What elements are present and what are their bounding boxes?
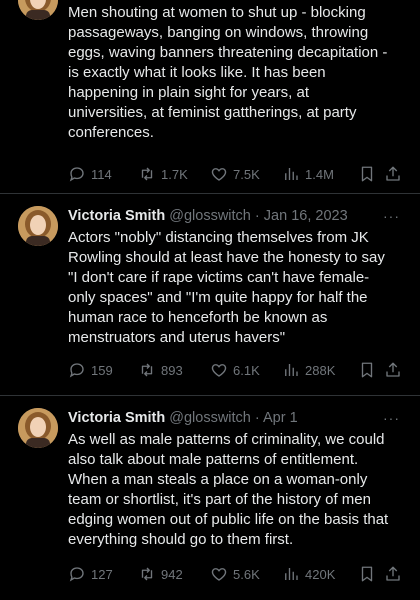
share-button[interactable] bbox=[384, 564, 402, 584]
retweet-button[interactable]: 1.7K bbox=[138, 164, 188, 184]
tweet-actions: 127 942 5.6K 420K bbox=[68, 564, 408, 584]
bar-chart-icon bbox=[285, 364, 298, 376]
tweet[interactable]: Victoria Smith @glosswitch · Jan 16, 202… bbox=[0, 194, 420, 396]
reply-count: 159 bbox=[91, 362, 113, 378]
reply-button[interactable]: 127 bbox=[68, 564, 113, 584]
tweet[interactable]: Victoria Smith @glosswitch · Apr 1 ··· A… bbox=[0, 396, 420, 600]
avatar-image bbox=[18, 0, 58, 20]
more-options-icon[interactable]: ··· bbox=[383, 408, 400, 428]
share-upload-icon bbox=[386, 566, 400, 581]
share-button[interactable] bbox=[384, 164, 402, 184]
speech-bubble-icon bbox=[69, 363, 84, 378]
avatar-image bbox=[18, 206, 58, 246]
bookmark-button[interactable] bbox=[358, 164, 376, 184]
author-name[interactable]: Victoria Smith bbox=[68, 208, 165, 224]
view-count: 1.4M bbox=[305, 166, 334, 182]
share-upload-icon bbox=[386, 166, 400, 181]
tweet-header: Victoria Smith @glosswitch · Jan 16, 202… bbox=[68, 206, 408, 226]
separator: · bbox=[254, 208, 260, 224]
view-count: 420K bbox=[305, 566, 336, 582]
heart-icon bbox=[211, 568, 227, 581]
speech-bubble-icon bbox=[69, 167, 84, 182]
like-count: 7.5K bbox=[233, 166, 260, 182]
reply-button[interactable]: 159 bbox=[68, 360, 113, 380]
tweet-date[interactable]: Jan 16, 2023 bbox=[264, 208, 348, 224]
share-button[interactable] bbox=[384, 360, 402, 380]
avatar-image bbox=[18, 408, 58, 448]
reply-button[interactable]: 114 bbox=[68, 164, 112, 184]
tweet-text: As well as male patterns of criminality,… bbox=[68, 431, 389, 548]
heart-icon bbox=[211, 168, 227, 181]
bar-chart-icon bbox=[285, 568, 298, 580]
retweet-count: 893 bbox=[161, 362, 183, 378]
bookmark-button[interactable] bbox=[358, 564, 376, 584]
tweet-header: Victoria Smith @glosswitch · Apr 1 ··· bbox=[68, 408, 408, 428]
retweet-button[interactable]: 942 bbox=[138, 564, 183, 584]
bookmark-icon bbox=[361, 566, 373, 582]
avatar[interactable] bbox=[18, 0, 58, 20]
retweet-arrows-icon bbox=[141, 567, 153, 581]
views-button[interactable]: 288K bbox=[282, 360, 335, 380]
view-count: 288K bbox=[305, 362, 336, 378]
retweet-count: 1.7K bbox=[161, 166, 188, 182]
tweet-actions: 114 1.7K 7.5K 1.4M bbox=[68, 164, 408, 184]
author-handle[interactable]: @glosswitch bbox=[169, 208, 251, 224]
views-button[interactable]: 420K bbox=[282, 564, 335, 584]
tweet-date[interactable]: Apr 1 bbox=[263, 410, 298, 426]
retweet-button[interactable]: 893 bbox=[138, 360, 183, 380]
retweet-arrows-icon bbox=[141, 167, 153, 181]
heart-icon bbox=[211, 364, 227, 377]
author-name[interactable]: Victoria Smith bbox=[68, 410, 165, 426]
tweet-text: Actors "nobly" distancing themselves fro… bbox=[68, 229, 385, 346]
bar-chart-icon bbox=[285, 168, 298, 180]
speech-bubble-icon bbox=[69, 567, 84, 582]
bookmark-icon bbox=[361, 362, 373, 378]
bookmark-icon bbox=[361, 166, 373, 182]
retweet-arrows-icon bbox=[141, 363, 153, 377]
retweet-count: 942 bbox=[161, 566, 183, 582]
like-count: 6.1K bbox=[233, 362, 260, 378]
like-button[interactable]: 7.5K bbox=[210, 164, 260, 184]
tweet[interactable]: Men shouting at women to shut up - block… bbox=[0, 0, 420, 194]
like-button[interactable]: 6.1K bbox=[210, 360, 260, 380]
author-handle[interactable]: @glosswitch bbox=[169, 410, 251, 426]
reply-count: 114 bbox=[91, 166, 112, 182]
avatar[interactable] bbox=[18, 206, 58, 246]
bookmark-button[interactable] bbox=[358, 360, 376, 380]
separator: · bbox=[254, 410, 260, 426]
views-button[interactable]: 1.4M bbox=[282, 164, 334, 184]
tweet-text: Men shouting at women to shut up - block… bbox=[68, 4, 388, 141]
like-button[interactable]: 5.6K bbox=[210, 564, 260, 584]
reply-count: 127 bbox=[91, 566, 113, 582]
more-options-icon[interactable]: ··· bbox=[383, 206, 400, 226]
tweet-actions: 159 893 6.1K 288K bbox=[68, 360, 408, 380]
share-upload-icon bbox=[386, 362, 400, 377]
avatar[interactable] bbox=[18, 408, 58, 448]
like-count: 5.6K bbox=[233, 566, 260, 582]
